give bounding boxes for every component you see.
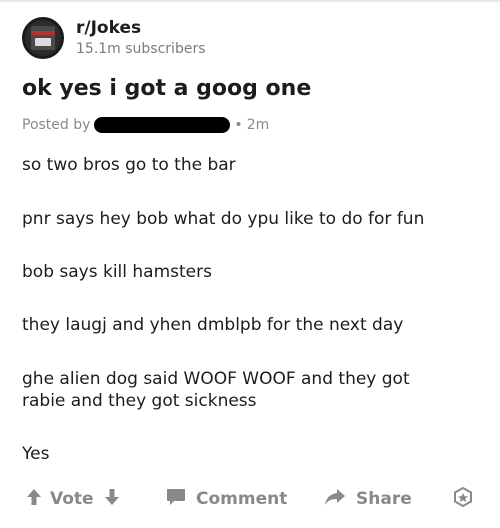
post-paragraph: they laugj and yhen dmblpb for the next … (22, 315, 404, 335)
subscriber-count: 15.1m subscribers (76, 41, 206, 57)
separator-dot: • (234, 117, 243, 133)
award-icon (452, 486, 474, 513)
award-button[interactable] (452, 482, 474, 516)
vote-label: Vote (50, 489, 94, 509)
redacted-username (94, 117, 231, 133)
post-paragraph: so two bros go to the bar (22, 155, 236, 175)
post-paragraph: bob says kill hamsters (22, 262, 212, 282)
arrow-up-icon[interactable] (26, 488, 42, 511)
comment-button[interactable]: Comment (166, 482, 287, 516)
post-action-bar: Vote Comment Share (0, 482, 500, 516)
top-divider (0, 0, 500, 2)
post-title[interactable]: ok yes i got a goog one (22, 76, 311, 101)
comment-icon (166, 488, 186, 511)
post-header: r/Jokes 15.1m subscribers (22, 16, 206, 60)
share-button[interactable]: Share (324, 482, 412, 516)
post-paragraph: ghe alien dog said WOOF WOOF and they go… (22, 369, 410, 411)
subreddit-name[interactable]: r/Jokes (76, 17, 206, 39)
share-icon (324, 488, 346, 511)
post-age: 2m (246, 117, 270, 133)
comment-label: Comment (196, 489, 288, 509)
subreddit-avatar[interactable] (22, 17, 64, 59)
arrow-down-icon[interactable] (104, 488, 120, 511)
vote-control: Vote (26, 482, 120, 516)
posted-by-label: Posted by (22, 117, 91, 133)
subreddit-info: r/Jokes 15.1m subscribers (76, 17, 206, 59)
post-paragraph: Yes (22, 444, 50, 464)
share-label: Share (356, 489, 412, 509)
post-paragraph: pnr says hey bob what do ypu like to do … (22, 209, 425, 229)
post-meta: Posted by • 2m (22, 114, 269, 136)
